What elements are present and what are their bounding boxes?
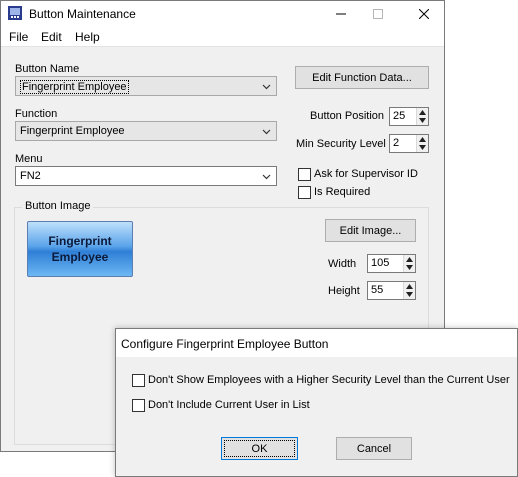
menu-file[interactable]: File [9, 30, 28, 44]
button-name-label: Button Name [15, 63, 80, 75]
height-spinner[interactable]: 55 [367, 281, 416, 300]
ask-supervisor-checkbox[interactable] [298, 168, 311, 181]
menu-field-label: Menu [15, 153, 43, 165]
ask-supervisor-label: Ask for Supervisor ID [314, 168, 418, 180]
menu-combo[interactable]: FN2 [15, 166, 277, 186]
edit-function-data-label: Edit Function Data... [312, 71, 412, 84]
preview-line-1: Fingerprint [48, 234, 112, 248]
spin-up-icon [419, 110, 426, 115]
width-value: 105 [371, 257, 390, 269]
ok-focus-rect: OK [224, 440, 295, 457]
edit-function-data-button[interactable]: Edit Function Data... [295, 66, 429, 89]
maximize-icon [373, 9, 383, 19]
spin-up-icon [419, 137, 426, 142]
spin-down-icon [419, 118, 426, 123]
height-value: 55 [371, 284, 384, 296]
minimize-button[interactable] [321, 1, 361, 27]
maximize-button[interactable] [358, 1, 398, 27]
preview-line-2: Employee [51, 250, 109, 264]
edit-image-label: Edit Image... [339, 224, 402, 237]
spin-up-icon [406, 284, 413, 289]
app-icon [7, 5, 23, 21]
spinner-arrows[interactable] [403, 282, 415, 299]
button-position-value: 25 [393, 110, 406, 122]
option-higher-security-label: Don't Show Employees with a Higher Secur… [148, 374, 510, 386]
menu-field-value: FN2 [20, 170, 41, 182]
ok-label: OK [251, 442, 268, 455]
is-required-checkbox[interactable] [298, 186, 311, 199]
option-exclude-current-user-checkbox[interactable] [132, 399, 145, 412]
min-security-label: Min Security Level [296, 138, 386, 150]
configure-dialog: Configure Fingerprint Employee Button Do… [115, 328, 518, 477]
menu-edit[interactable]: Edit [41, 30, 62, 44]
minimize-icon [336, 13, 346, 15]
button-position-spinner[interactable]: 25 [389, 107, 429, 126]
button-image-preview: Fingerprint Employee [27, 221, 133, 277]
option-exclude-current-user-label: Don't Include Current User in List [148, 399, 310, 411]
option-higher-security-checkbox[interactable] [132, 374, 145, 387]
function-label: Function [15, 108, 58, 120]
min-security-spinner[interactable]: 2 [389, 134, 429, 153]
cancel-button[interactable]: Cancel [336, 437, 412, 460]
edit-image-button[interactable]: Edit Image... [325, 219, 416, 242]
spinner-arrows[interactable] [416, 135, 428, 152]
cancel-label: Cancel [356, 442, 392, 455]
chevron-down-icon [262, 174, 271, 180]
dialog-title-bar[interactable]: Configure Fingerprint Employee Button [116, 329, 517, 357]
spin-down-icon [406, 265, 413, 270]
spin-up-icon [406, 257, 413, 262]
spin-down-icon [419, 145, 426, 150]
ok-button[interactable]: OK [221, 437, 298, 460]
button-image-group-label: Button Image [22, 200, 94, 212]
spin-down-icon [406, 292, 413, 297]
function-combo[interactable]: Fingerprint Employee [15, 121, 277, 141]
close-icon [419, 9, 429, 19]
spinner-arrows[interactable] [403, 255, 415, 272]
function-value: Fingerprint Employee [20, 125, 125, 137]
title-bar[interactable]: Button Maintenance [1, 1, 444, 27]
width-label: Width [328, 258, 357, 270]
close-button[interactable] [404, 1, 444, 27]
button-name-value: Fingerprint Employee [20, 80, 129, 94]
chevron-down-icon [262, 84, 271, 90]
button-name-combo[interactable]: Fingerprint Employee [15, 76, 277, 96]
menu-bar: File Edit Help [1, 27, 444, 47]
min-security-value: 2 [393, 137, 400, 149]
height-label: Height [328, 285, 360, 297]
menu-help[interactable]: Help [75, 30, 100, 44]
button-position-label: Button Position [310, 110, 384, 122]
spinner-arrows[interactable] [416, 108, 428, 125]
width-spinner[interactable]: 105 [367, 254, 416, 273]
dialog-title: Configure Fingerprint Employee Button [121, 337, 329, 351]
is-required-label: Is Required [314, 186, 371, 198]
window-title: Button Maintenance [29, 7, 136, 21]
chevron-down-icon [262, 129, 271, 135]
